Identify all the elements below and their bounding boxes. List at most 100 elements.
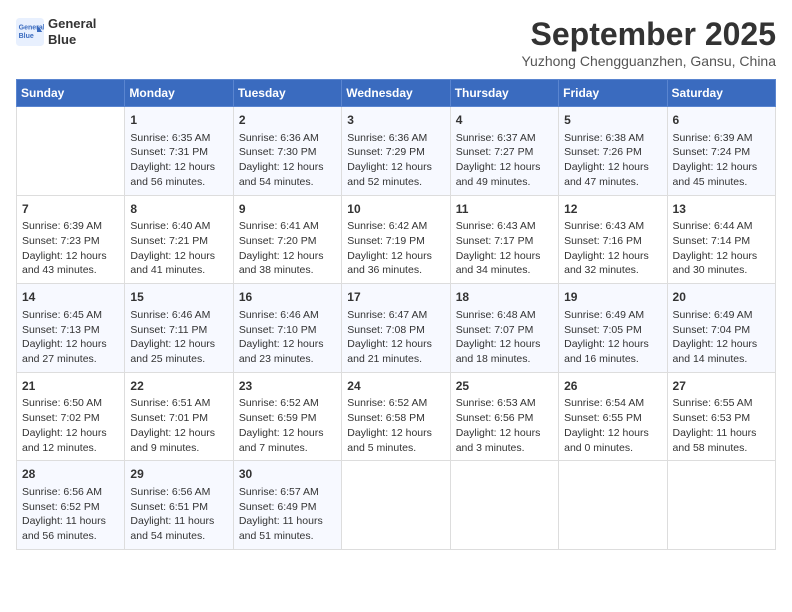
calendar-cell: 23Sunrise: 6:52 AMSunset: 6:59 PMDayligh… [233,372,341,461]
day-info: Sunset: 7:04 PM [673,323,770,338]
col-sunday: Sunday [17,80,125,107]
calendar-cell: 2Sunrise: 6:36 AMSunset: 7:30 PMDaylight… [233,107,341,196]
day-info: Sunrise: 6:50 AM [22,396,119,411]
day-info: Sunset: 6:51 PM [130,500,227,515]
day-info: Sunrise: 6:46 AM [130,308,227,323]
month-title: September 2025 [521,16,776,53]
calendar-cell: 3Sunrise: 6:36 AMSunset: 7:29 PMDaylight… [342,107,450,196]
calendar-cell: 28Sunrise: 6:56 AMSunset: 6:52 PMDayligh… [17,461,125,550]
day-info: Sunset: 6:49 PM [239,500,336,515]
calendar-body: 1Sunrise: 6:35 AMSunset: 7:31 PMDaylight… [17,107,776,550]
day-info: Sunrise: 6:39 AM [673,131,770,146]
day-info: Sunrise: 6:53 AM [456,396,553,411]
day-number: 6 [673,112,770,129]
day-number: 23 [239,378,336,395]
day-info: Sunrise: 6:39 AM [22,219,119,234]
day-number: 7 [22,201,119,218]
calendar-cell: 12Sunrise: 6:43 AMSunset: 7:16 PMDayligh… [559,195,667,284]
day-number: 22 [130,378,227,395]
day-number: 4 [456,112,553,129]
day-info: Sunset: 7:23 PM [22,234,119,249]
day-info: Daylight: 12 hours and 21 minutes. [347,337,444,366]
day-info: Daylight: 12 hours and 16 minutes. [564,337,661,366]
day-number: 13 [673,201,770,218]
day-info: Daylight: 12 hours and 36 minutes. [347,249,444,278]
day-info: Sunset: 7:31 PM [130,145,227,160]
calendar-cell: 15Sunrise: 6:46 AMSunset: 7:11 PMDayligh… [125,284,233,373]
day-info: Sunset: 7:01 PM [130,411,227,426]
day-number: 27 [673,378,770,395]
day-info: Sunrise: 6:49 AM [673,308,770,323]
day-number: 11 [456,201,553,218]
day-info: Sunrise: 6:43 AM [456,219,553,234]
calendar-cell: 1Sunrise: 6:35 AMSunset: 7:31 PMDaylight… [125,107,233,196]
day-info: Sunrise: 6:51 AM [130,396,227,411]
page-header: General Blue General Blue September 2025… [16,16,776,69]
day-info: Daylight: 12 hours and 3 minutes. [456,426,553,455]
calendar-cell: 10Sunrise: 6:42 AMSunset: 7:19 PMDayligh… [342,195,450,284]
day-number: 19 [564,289,661,306]
col-friday: Friday [559,80,667,107]
day-number: 26 [564,378,661,395]
day-number: 18 [456,289,553,306]
day-info: Sunset: 7:05 PM [564,323,661,338]
day-info: Sunset: 7:07 PM [456,323,553,338]
calendar-cell: 25Sunrise: 6:53 AMSunset: 6:56 PMDayligh… [450,372,558,461]
day-number: 20 [673,289,770,306]
day-info: Sunrise: 6:43 AM [564,219,661,234]
calendar-cell: 19Sunrise: 6:49 AMSunset: 7:05 PMDayligh… [559,284,667,373]
day-info: Sunset: 7:24 PM [673,145,770,160]
day-info: Sunrise: 6:52 AM [347,396,444,411]
day-info: Daylight: 12 hours and 52 minutes. [347,160,444,189]
calendar-cell [342,461,450,550]
day-info: Daylight: 12 hours and 54 minutes. [239,160,336,189]
calendar-cell: 22Sunrise: 6:51 AMSunset: 7:01 PMDayligh… [125,372,233,461]
day-info: Daylight: 12 hours and 0 minutes. [564,426,661,455]
calendar-cell: 30Sunrise: 6:57 AMSunset: 6:49 PMDayligh… [233,461,341,550]
day-info: Sunrise: 6:45 AM [22,308,119,323]
day-info: Daylight: 12 hours and 14 minutes. [673,337,770,366]
logo-icon: General Blue [16,18,44,46]
logo-line2: Blue [48,32,76,47]
col-thursday: Thursday [450,80,558,107]
day-info: Sunset: 6:52 PM [22,500,119,515]
calendar-cell: 5Sunrise: 6:38 AMSunset: 7:26 PMDaylight… [559,107,667,196]
logo-text: General Blue [48,16,96,47]
calendar-cell: 20 Sunrise: 6:49 AMSunset: 7:04 PMDayligh… [667,284,775,373]
calendar-cell: 21Sunrise: 6:50 AMSunset: 7:02 PMDayligh… [17,372,125,461]
calendar-cell [559,461,667,550]
day-info: Sunset: 7:02 PM [22,411,119,426]
calendar-cell: 29Sunrise: 6:56 AMSunset: 6:51 PMDayligh… [125,461,233,550]
calendar-header: Sunday Monday Tuesday Wednesday Thursday… [17,80,776,107]
day-number: 12 [564,201,661,218]
day-info: Sunset: 7:29 PM [347,145,444,160]
day-info: Daylight: 12 hours and 38 minutes. [239,249,336,278]
calendar-table: Sunday Monday Tuesday Wednesday Thursday… [16,79,776,550]
day-info: Daylight: 12 hours and 7 minutes. [239,426,336,455]
day-info: Sunset: 7:21 PM [130,234,227,249]
day-number: 24 [347,378,444,395]
day-info: Sunrise: 6:46 AM [239,308,336,323]
day-number: 25 [456,378,553,395]
day-info: Daylight: 12 hours and 32 minutes. [564,249,661,278]
day-info: Daylight: 12 hours and 25 minutes. [130,337,227,366]
day-number: 16 [239,289,336,306]
day-info: Daylight: 12 hours and 43 minutes. [22,249,119,278]
day-info: Daylight: 12 hours and 45 minutes. [673,160,770,189]
logo-line1: General [48,16,96,31]
day-info: Sunrise: 6:36 AM [239,131,336,146]
day-info: Sunset: 7:16 PM [564,234,661,249]
svg-text:Blue: Blue [19,33,34,40]
day-info: Daylight: 12 hours and 9 minutes. [130,426,227,455]
day-info: Sunset: 7:19 PM [347,234,444,249]
day-info: Sunrise: 6:54 AM [564,396,661,411]
day-number: 9 [239,201,336,218]
calendar-cell: 6 Sunrise: 6:39 AMSunset: 7:24 PMDaylight… [667,107,775,196]
day-info: Sunrise: 6:47 AM [347,308,444,323]
day-info: Sunset: 7:13 PM [22,323,119,338]
calendar-cell [450,461,558,550]
col-monday: Monday [125,80,233,107]
calendar-cell: 4Sunrise: 6:37 AMSunset: 7:27 PMDaylight… [450,107,558,196]
calendar-cell [17,107,125,196]
day-info: Daylight: 12 hours and 41 minutes. [130,249,227,278]
